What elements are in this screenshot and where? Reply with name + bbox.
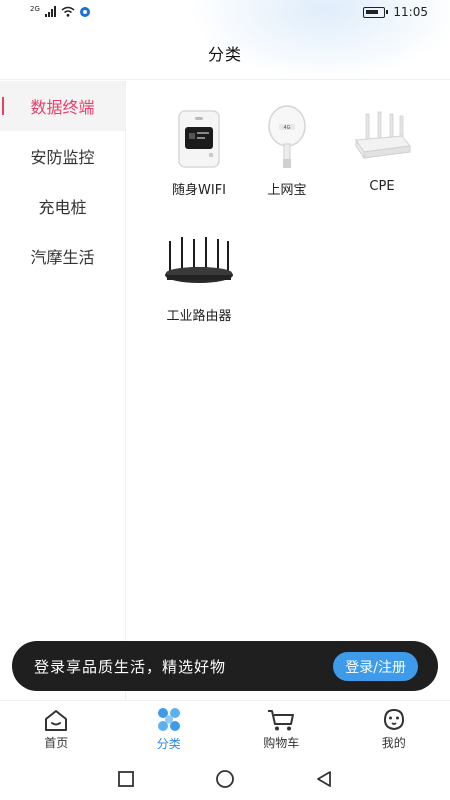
app-notification-icon <box>79 6 90 17</box>
tab-profile-label: 我的 <box>381 736 406 750</box>
product-name: 随身WIFI <box>172 183 226 198</box>
product-item[interactable]: CPE <box>332 103 432 194</box>
status-left: 2G <box>30 4 90 17</box>
industrial-router-icon <box>165 237 233 283</box>
tab-profile[interactable]: 我的 <box>338 701 450 758</box>
cart-icon <box>268 710 295 731</box>
tab-category-label: 分类 <box>156 737 181 751</box>
product-item[interactable]: 4G 上网宝 <box>237 103 337 198</box>
page-title: 分类 <box>207 44 242 64</box>
system-nav-bar <box>0 758 450 800</box>
status-right: 11:05 <box>363 5 428 19</box>
product-name: 上网宝 <box>267 183 307 198</box>
status-bar: 2G 11:05 <box>0 0 450 80</box>
tab-home-label: 首页 <box>44 736 69 750</box>
network-type: 2G <box>30 4 40 13</box>
login-banner: 登录享品质生活，精选好物 登录/注册 <box>12 641 438 691</box>
wifi-icon <box>61 6 75 17</box>
tab-home[interactable]: 首页 <box>0 701 113 758</box>
cpe-router-icon <box>355 111 411 160</box>
sidebar-item-data-terminal[interactable]: 数据终端 <box>0 81 125 131</box>
product-item[interactable]: 工业路由器 <box>149 229 249 324</box>
signal-icon <box>44 6 56 17</box>
tab-cart[interactable]: 购物车 <box>225 701 338 758</box>
sidebar-item-security[interactable]: 安防监控 <box>0 131 125 181</box>
tab-category[interactable]: 分类 <box>113 701 226 758</box>
sidebar-item-charging-pile[interactable]: 充电桩 <box>0 181 125 231</box>
category-icon <box>157 708 180 731</box>
sidebar-item-auto-life[interactable]: 汽摩生活 <box>0 231 125 281</box>
usb-modem-icon: 4G <box>268 105 306 168</box>
login-banner-text: 登录享品质生活，精选好物 <box>34 657 227 676</box>
login-register-button[interactable]: 登录/注册 <box>333 652 418 681</box>
recent-apps-icon[interactable] <box>117 770 135 788</box>
pocket-wifi-icon <box>178 110 220 168</box>
home-icon <box>45 710 68 731</box>
product-name: CPE <box>369 179 395 194</box>
page-header: 分类 <box>0 26 450 80</box>
clock: 11:05 <box>393 5 428 19</box>
product-name: 工业路由器 <box>166 309 232 324</box>
tab-cart-label: 购物车 <box>263 736 300 750</box>
back-icon[interactable] <box>315 770 333 788</box>
product-item[interactable]: 随身WIFI <box>149 103 249 198</box>
home-circle-icon[interactable] <box>215 769 235 789</box>
svg-text:4G: 4G <box>283 125 290 131</box>
category-sidebar: 数据终端 安防监控 充电桩 汽摩生活 <box>0 81 126 701</box>
bottom-tab-bar: 首页 分类 购物车 我的 <box>0 700 450 758</box>
profile-icon <box>383 708 404 731</box>
battery-icon <box>363 6 389 18</box>
